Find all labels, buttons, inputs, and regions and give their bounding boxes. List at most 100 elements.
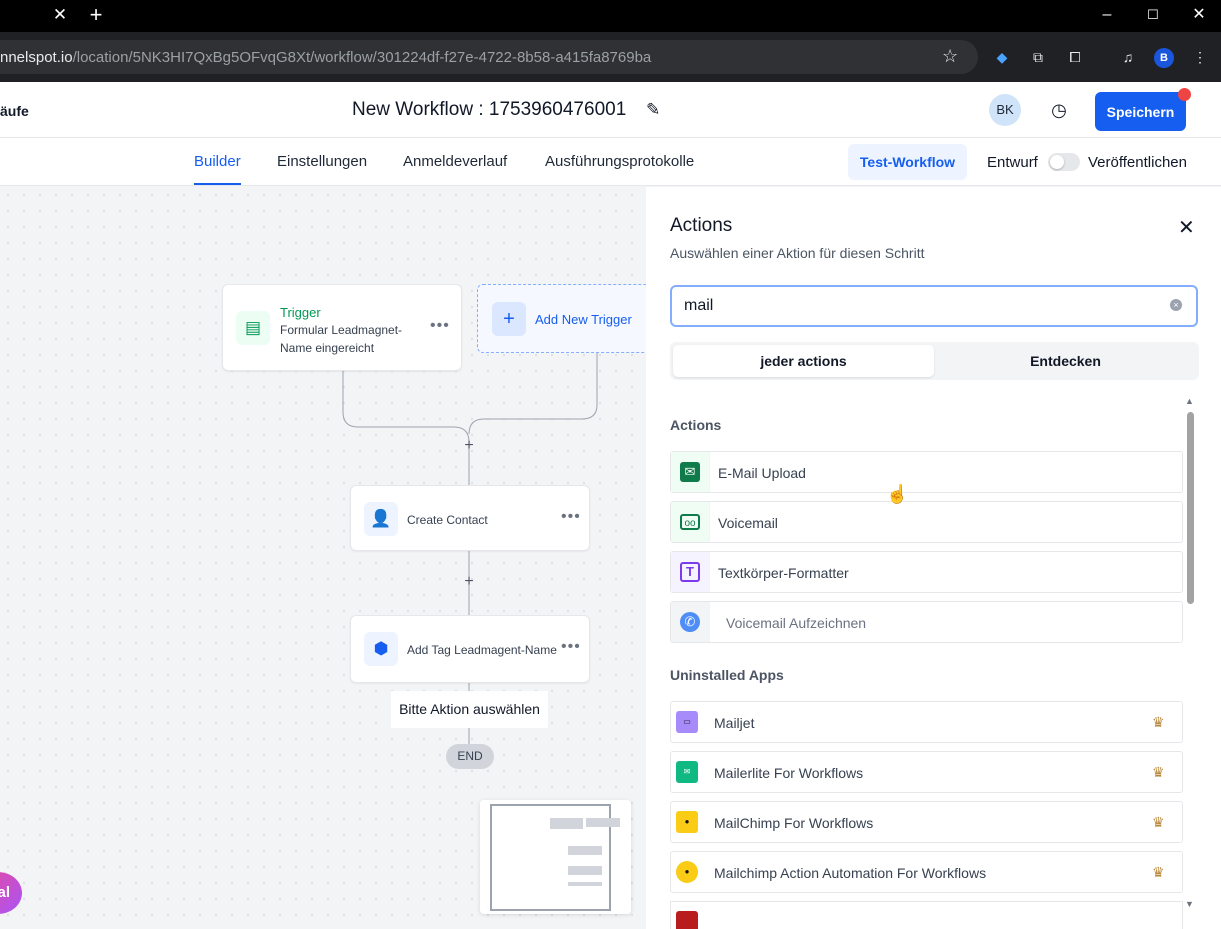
trigger-node[interactable]: ▤ Trigger Formular Leadmagnet- Name eing… xyxy=(222,284,462,371)
edit-title-pencil-icon[interactable]: ✎ xyxy=(646,100,660,120)
segment-discover[interactable]: Entdecken xyxy=(935,345,1196,377)
app-label: Mailchimp Action Automation For Workflow… xyxy=(714,865,987,881)
trigger-desc-line2: Name eingereicht xyxy=(280,341,375,355)
action-search-input[interactable] xyxy=(670,285,1198,327)
browser-addressbar: nnelspot.io/location/5NK3HI7QxBg5OFvqG8X… xyxy=(0,32,1221,82)
minimap[interactable] xyxy=(480,800,631,914)
minimize-window-button[interactable]: – xyxy=(1095,4,1119,26)
save-button[interactable]: Speichern xyxy=(1095,92,1186,131)
extension-icon[interactable]: ◆ xyxy=(992,47,1012,67)
add-new-trigger-box[interactable]: + Add New Trigger xyxy=(477,284,646,353)
browser-menu-icon[interactable]: ⋮ xyxy=(1190,47,1210,67)
trigger-desc-line1: Formular Leadmagnet- xyxy=(280,323,403,337)
url-bar[interactable]: nnelspot.io/location/5NK3HI7QxBg5OFvqG8X… xyxy=(0,40,978,74)
scrollbar-thumb[interactable] xyxy=(1187,412,1194,604)
app-label: Mailjet xyxy=(714,715,755,731)
scroll-up-arrow-icon[interactable]: ▲ xyxy=(1185,396,1194,406)
minimap-node xyxy=(568,846,602,855)
tab-settings[interactable]: Einstellungen xyxy=(277,153,367,170)
back-link[interactable]: äufe xyxy=(0,103,29,119)
browser-tabbar: ✕ + – ☐ ✕ xyxy=(0,0,1221,32)
action-icon-bg: ✆ xyxy=(671,602,710,642)
minimap-node xyxy=(568,882,602,886)
hand-cursor-icon: ☝ xyxy=(886,484,909,504)
close-tab-icon[interactable]: ✕ xyxy=(50,5,70,25)
trigger-more-icon[interactable]: ••• xyxy=(430,317,450,335)
close-panel-icon[interactable]: ✕ xyxy=(1178,215,1195,240)
panel-subtitle: Auswählen einer Aktion für diesen Schrit… xyxy=(670,245,925,261)
plus-icon: + xyxy=(492,302,526,336)
profile-avatar[interactable]: B xyxy=(1154,48,1174,68)
new-tab-button[interactable]: + xyxy=(86,4,106,26)
clear-search-icon[interactable]: × xyxy=(1170,299,1182,311)
app-logo-icon xyxy=(676,911,698,929)
tab-enrollment-history[interactable]: Anmeldeverlauf xyxy=(403,153,507,170)
phone-record-icon: ✆ xyxy=(680,612,700,632)
close-window-button[interactable]: ✕ xyxy=(1187,4,1211,26)
media-controls-icon[interactable]: ♫ xyxy=(1118,47,1138,67)
workflow-title: New Workflow : 1753960476001 xyxy=(352,99,627,120)
contact-user-icon: 👤 xyxy=(364,502,398,536)
mailchimp-monkey-logo-icon: ● xyxy=(676,861,698,883)
action-icon-bg: T xyxy=(671,552,710,592)
url-text: nnelspot.io/location/5NK3HI7QxBg5OFvqG8X… xyxy=(0,49,652,66)
action-item-voicemail[interactable]: oo Voicemail xyxy=(670,501,1183,543)
voicemail-icon: oo xyxy=(680,514,700,530)
actions-panel: Actions Auswählen einer Aktion für diese… xyxy=(646,187,1221,929)
create-contact-label: Create Contact xyxy=(407,513,488,527)
unsaved-indicator-dot xyxy=(1178,88,1191,101)
mailjet-logo-icon: ▭ xyxy=(676,711,698,733)
add-step-plus-icon[interactable]: + xyxy=(462,573,476,591)
uninstalled-apps-section-title: Uninstalled Apps xyxy=(670,667,784,683)
premium-crown-icon: ♛ xyxy=(1152,714,1165,730)
toggle-knob xyxy=(1050,155,1064,169)
scroll-down-arrow-icon[interactable]: ▼ xyxy=(1185,899,1194,909)
test-workflow-button[interactable]: Test-Workflow xyxy=(848,144,967,180)
action-icon-bg: ✉ xyxy=(671,452,710,492)
action-filter-segment: jeder actions Entdecken xyxy=(670,342,1199,380)
app-item-mailchimp[interactable]: ● MailChimp For Workflows ♛ xyxy=(670,801,1183,843)
text-format-icon: T xyxy=(680,562,700,582)
minimap-node xyxy=(586,818,620,827)
publish-label: Veröffentlichen xyxy=(1088,154,1187,171)
panel-title: Actions xyxy=(670,215,733,236)
action-label: Voicemail Aufzeichnen xyxy=(726,615,867,631)
devtools-extension-icon[interactable]: ⧉ xyxy=(1028,47,1048,67)
app-item-mailchimp-automation[interactable]: ● Mailchimp Action Automation For Workfl… xyxy=(670,851,1183,893)
create-contact-more-icon[interactable]: ••• xyxy=(561,508,581,526)
end-node: END xyxy=(446,744,494,769)
maximize-window-button[interactable]: ☐ xyxy=(1141,4,1165,26)
workflow-tabs: Builder Einstellungen Anmeldeverlauf Aus… xyxy=(0,138,1221,186)
workflow-canvas[interactable]: ▤ Trigger Formular Leadmagnet- Name eing… xyxy=(0,187,646,929)
create-contact-node[interactable]: 👤 Create Contact ••• xyxy=(350,485,590,551)
premium-crown-icon: ♛ xyxy=(1152,864,1165,880)
app-header: äufe New Workflow : 1753960476001 ✎ BK ◷… xyxy=(0,82,1221,138)
premium-crown-icon: ♛ xyxy=(1152,764,1165,780)
add-step-plus-icon[interactable]: + xyxy=(462,437,476,455)
tab-execution-logs[interactable]: Ausführungsprotokolle xyxy=(545,153,694,170)
puzzle-extensions-icon[interactable]: ⧠ xyxy=(1065,47,1085,67)
action-item-text-formatter[interactable]: T Textkörper-Formatter xyxy=(670,551,1183,593)
email-open-icon: ✉ xyxy=(680,462,700,482)
publish-toggle[interactable] xyxy=(1048,153,1080,171)
add-new-trigger-label: Add New Trigger xyxy=(535,312,632,327)
clipboard-icon: ▤ xyxy=(236,311,270,345)
tab-builder[interactable]: Builder xyxy=(194,153,241,170)
app-item-partial[interactable] xyxy=(670,901,1183,929)
add-tag-node[interactable]: ⬢ Add Tag Leadmagent-Name ••• xyxy=(350,615,590,683)
history-clock-icon[interactable]: ◷ xyxy=(1048,99,1070,121)
mailerlite-logo-icon: ✉ xyxy=(676,761,698,783)
segment-all-actions[interactable]: jeder actions xyxy=(673,345,934,377)
action-icon-bg: oo xyxy=(671,502,710,542)
add-tag-more-icon[interactable]: ••• xyxy=(561,638,581,656)
action-label: Voicemail xyxy=(718,515,778,531)
user-avatar[interactable]: BK xyxy=(989,94,1021,126)
action-item-email-upload[interactable]: ✉ E-Mail Upload xyxy=(670,451,1183,493)
app-item-mailerlite[interactable]: ✉ Mailerlite For Workflows ♛ xyxy=(670,751,1183,793)
bookmark-star-icon[interactable]: ☆ xyxy=(942,46,958,67)
app-item-mailjet[interactable]: ▭ Mailjet ♛ xyxy=(670,701,1183,743)
action-label: E-Mail Upload xyxy=(718,465,806,481)
premium-crown-icon: ♛ xyxy=(1152,814,1165,830)
select-action-hint: Bitte Aktion auswählen xyxy=(391,691,548,728)
action-item-record-voicemail[interactable]: ✆ Voicemail Aufzeichnen xyxy=(670,601,1183,643)
